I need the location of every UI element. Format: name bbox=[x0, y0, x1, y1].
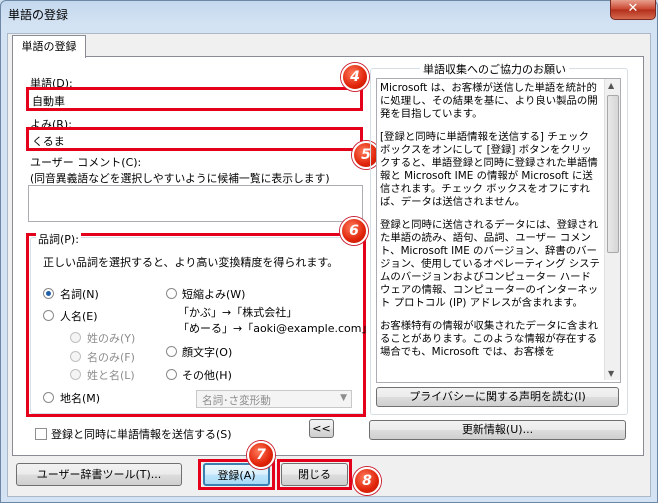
radio-meishi-label: 名詞(N) bbox=[60, 288, 99, 301]
comment-label: ユーザー コメント(C): bbox=[30, 156, 142, 169]
info-paragraph: Microsoft は、お客様が送信した単語を統計的に処理し、その結果を基に、よ… bbox=[380, 82, 598, 120]
chevron-down-icon: ▼ bbox=[340, 393, 347, 403]
update-info-button[interactable]: 更新情報(U)... bbox=[369, 420, 626, 440]
scroll-thumb[interactable] bbox=[607, 95, 619, 253]
info-group-label: 単語収集へのご協力のお願い bbox=[420, 61, 569, 77]
privacy-button[interactable]: プライバシーに関する声明を読む(I) bbox=[376, 387, 619, 407]
user-dictionary-tool-button[interactable]: ユーザー辞書ツール(T)... bbox=[16, 463, 182, 486]
radio-jinmei[interactable] bbox=[43, 310, 54, 321]
radio-tanshuku[interactable] bbox=[166, 288, 177, 299]
info-paragraph: お客様特有の情報が収集されたデータに含まれることがあります。このような情報が存在… bbox=[380, 320, 599, 358]
highlight-yomi bbox=[26, 127, 363, 151]
highlight-word bbox=[26, 87, 363, 111]
hinshi-description: 正しい品詞を選択すると、より高い変換精度を得られます。 bbox=[43, 256, 339, 269]
scroll-up-icon[interactable]: ▲ bbox=[608, 81, 614, 90]
step-badge-7: 7 bbox=[247, 441, 275, 469]
window-close-button[interactable]: ✕ bbox=[610, 0, 656, 20]
collapse-button[interactable]: << bbox=[309, 419, 334, 438]
tanshuku-example-1: 「かぶ」→「株式会社」 bbox=[178, 306, 298, 319]
scroll-down-icon[interactable]: ▼ bbox=[608, 369, 614, 378]
sonota-select[interactable]: 名詞･さ変形動 ▼ bbox=[196, 390, 352, 408]
radio-sonota-label: その他(H) bbox=[182, 369, 232, 382]
send-checkbox-label: 登録と同時に単語情報を送信する(S) bbox=[51, 428, 232, 441]
radio-chimei-label: 地名(M) bbox=[60, 392, 101, 405]
radio-chimei[interactable] bbox=[43, 392, 54, 403]
radio-sei-nomi[interactable] bbox=[70, 332, 81, 343]
step-badge-6: 6 bbox=[340, 217, 368, 245]
tanshuku-example-2: 「めーる」→「aoki@example.com」 bbox=[178, 322, 373, 335]
window-title: 単語の登録 bbox=[8, 8, 69, 22]
radio-kaomoji-label: 顔文字(O) bbox=[182, 346, 233, 359]
radio-sonota[interactable] bbox=[166, 369, 177, 380]
radio-mei-nomi[interactable] bbox=[70, 351, 81, 362]
radio-jinmei-label: 人名(E) bbox=[60, 310, 98, 323]
comment-input[interactable] bbox=[28, 185, 363, 222]
radio-kaomoji[interactable] bbox=[166, 346, 177, 357]
hinshi-label: 品詞(P): bbox=[36, 231, 81, 247]
radio-sei-nomi-label: 姓のみ(Y) bbox=[87, 332, 136, 345]
step-badge-8: 8 bbox=[353, 467, 381, 495]
step-badge-4: 4 bbox=[341, 63, 369, 91]
info-paragraph: 登録と同時に送信されるデータには、登録された単語の読み、語句、品詞、ユーザー コ… bbox=[380, 219, 600, 309]
radio-tanshuku-label: 短縮よみ(W) bbox=[182, 288, 246, 301]
tab-word-register[interactable]: 単語の登録 bbox=[12, 35, 86, 58]
radio-sei-to-mei-label: 姓と名(L) bbox=[87, 369, 135, 382]
comment-hint: (同音異義語などを選択しやすいように候補一覧に表示します) bbox=[30, 172, 330, 185]
radio-meishi[interactable] bbox=[43, 288, 54, 299]
info-text-box: Microsoft は、お客様が送信した単語を統計的に処理し、その結果を基に、よ… bbox=[376, 78, 621, 383]
radio-mei-nomi-label: 名のみ(F) bbox=[87, 351, 135, 364]
send-checkbox[interactable] bbox=[35, 428, 47, 440]
radio-sei-to-mei[interactable] bbox=[70, 369, 81, 380]
close-icon: ✕ bbox=[627, 1, 639, 16]
sonota-select-value: 名詞･さ変形動 bbox=[202, 395, 271, 407]
highlight-close bbox=[277, 459, 352, 490]
info-scrollbar[interactable]: ▲ ▼ bbox=[604, 79, 620, 380]
info-paragraph: [登録と同時に単語情報を送信する] チェック ボックスをオンにして [登録] ボ… bbox=[380, 131, 598, 208]
